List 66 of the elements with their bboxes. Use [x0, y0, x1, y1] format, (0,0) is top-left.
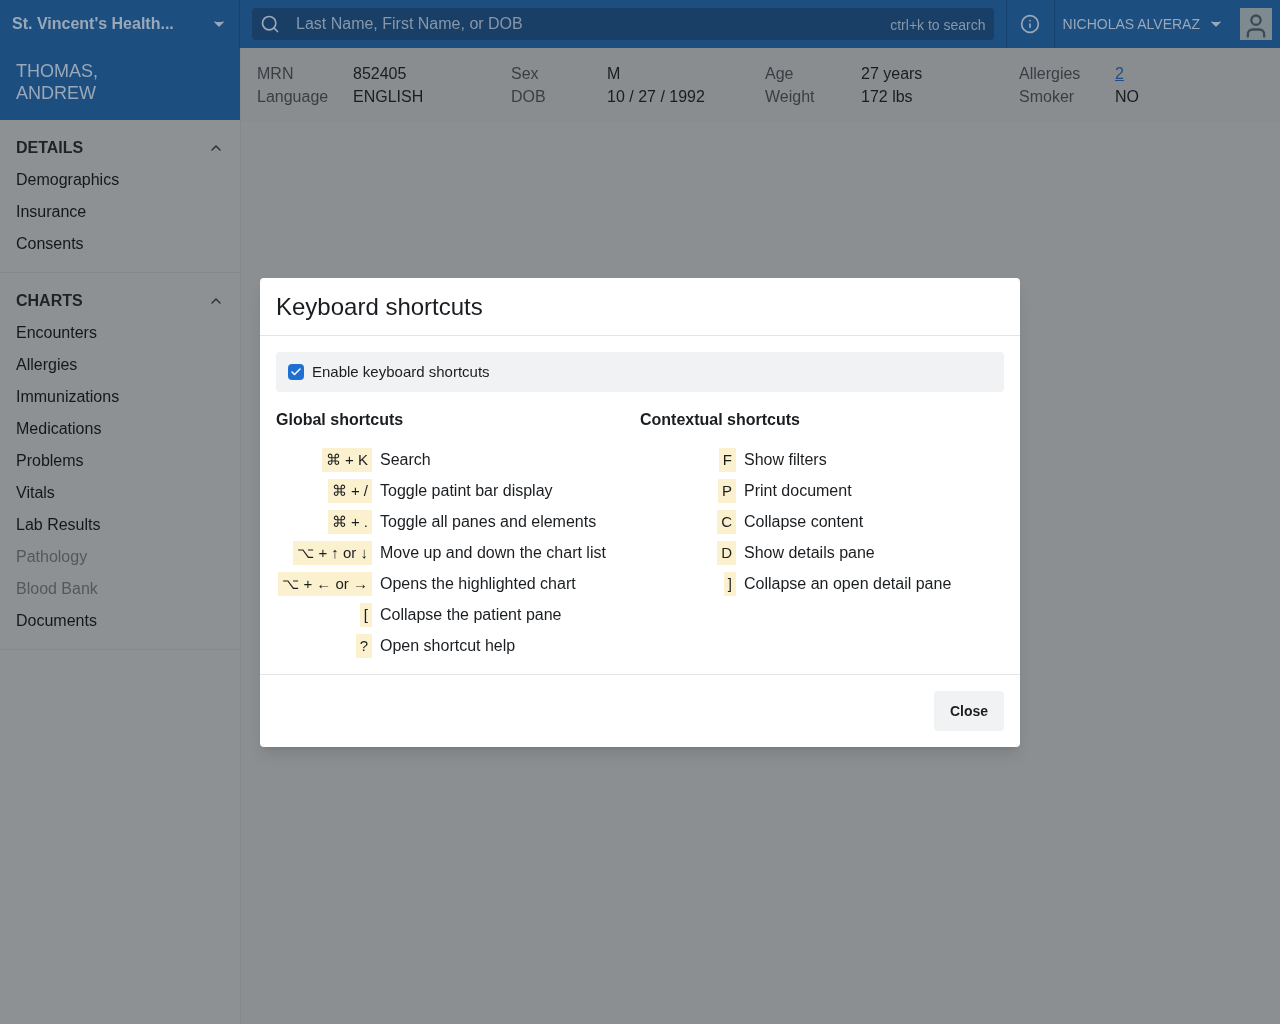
key-badge: ?	[355, 634, 372, 658]
field-label: Allergies	[1019, 64, 1082, 84]
sidebar-item[interactable]: Demographics	[16, 168, 120, 192]
shortcut-description: Show filters	[744, 450, 828, 470]
field-label: MRN	[257, 64, 295, 84]
key-badge: ⌥ + ← or →	[278, 572, 372, 596]
search-hint: ctrl+k to search	[890, 16, 986, 35]
shortcut-description: Move up and down the chart list	[380, 543, 607, 563]
sidebar-item[interactable]: Consents	[16, 232, 84, 256]
key-badge: C	[717, 510, 736, 534]
field-label: Language	[257, 87, 330, 107]
info-icon[interactable]	[1020, 14, 1041, 34]
key-badge: ⌘ + /	[327, 479, 372, 503]
field-value: 10 / 27 / 1992	[607, 87, 706, 107]
shortcut-description: Search	[380, 450, 432, 470]
field-value: 172 lbs	[861, 87, 914, 107]
key-badge: ⌘ + K	[321, 448, 372, 472]
field-value: ENGLISH	[353, 87, 425, 107]
field-label: Smoker	[1019, 87, 1076, 107]
sidebar-item[interactable]: Encounters	[16, 321, 97, 345]
shortcut-description: Toggle all panes and elements	[380, 512, 598, 532]
close-button[interactable]: Close	[933, 691, 1004, 731]
key-badge: D	[717, 541, 736, 565]
shortcut-description: Toggle patint bar display	[380, 481, 554, 501]
sidebar-item[interactable]: Documents	[16, 609, 97, 633]
user-name[interactable]: NICHOLAS ALVERAZ	[1062, 13, 1200, 35]
field-label: Weight	[765, 87, 816, 107]
sidebar-item[interactable]: Vitals	[16, 481, 55, 505]
shortcut-description: Open shortcut help	[380, 636, 517, 656]
key-badge: ]	[723, 572, 736, 596]
field-value: NO	[1115, 87, 1140, 107]
shortcut-description: Print document	[744, 481, 853, 501]
shortcut-description: Collapse the patient pane	[380, 605, 563, 625]
key-badge: F	[718, 448, 736, 472]
group-heading: Global shortcuts	[276, 410, 405, 430]
checkbox[interactable]	[288, 364, 304, 380]
field-value: 852405	[353, 64, 408, 84]
avatar[interactable]	[1240, 8, 1272, 40]
field-value: M	[607, 64, 622, 84]
section-heading: CHARTS	[16, 291, 83, 311]
dialog-title: Keyboard shortcuts	[276, 291, 483, 322]
shortcut-description: Opens the highlighted chart	[380, 574, 577, 594]
sidebar-item[interactable]: Lab Results	[16, 513, 101, 537]
sidebar-item[interactable]: Medications	[16, 417, 102, 441]
check-icon	[290, 366, 302, 378]
shortcut-description: Collapse content	[744, 512, 865, 532]
sidebar-item[interactable]: Problems	[16, 449, 84, 473]
sidebar-item[interactable]: Immunizations	[16, 385, 120, 409]
key-badge: ⌘ + .	[327, 510, 372, 534]
key-badge: ⌥ + ↑ or ↓	[293, 541, 372, 565]
field-label: DOB	[511, 87, 547, 107]
shortcut-description: Collapse an open detail pane	[744, 574, 953, 594]
field-label: Sex	[511, 64, 540, 84]
search-icon	[260, 14, 280, 34]
key-badge: [	[359, 603, 372, 627]
group-heading: Contextual shortcuts	[640, 410, 801, 430]
field-value: 27 years	[861, 64, 924, 84]
patient-name: THOMAS, ANDREW	[16, 60, 99, 104]
section-heading: DETAILS	[16, 138, 84, 158]
shortcut-description: Show details pane	[744, 543, 876, 563]
organization-name[interactable]: St. Vincent's Health...	[12, 12, 174, 36]
field-label: Age	[765, 64, 795, 84]
enable-shortcuts-checkbox[interactable]: Enable keyboard shortcuts	[276, 352, 1004, 392]
key-badge: P	[718, 479, 736, 503]
sidebar-item[interactable]: Insurance	[16, 200, 87, 224]
sidebar-item[interactable]: Allergies	[16, 353, 78, 377]
